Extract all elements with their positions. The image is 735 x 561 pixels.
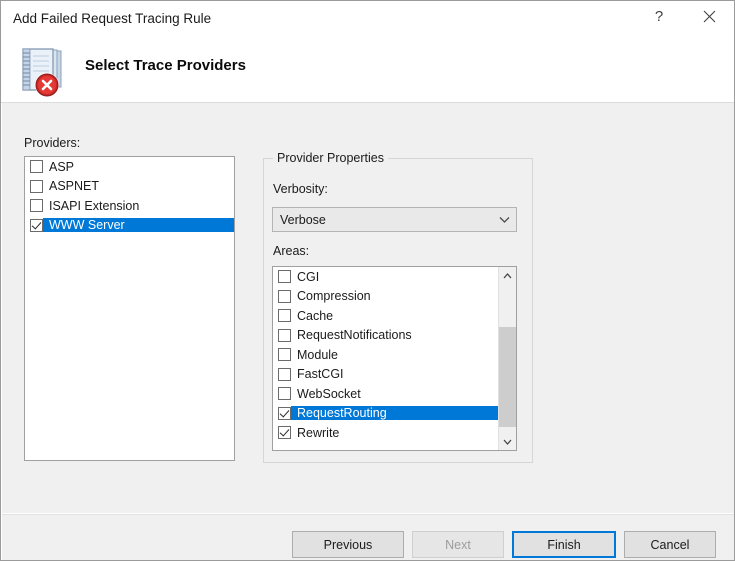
provider-item-label: ISAPI Extension: [49, 198, 140, 213]
btn-next: Next: [412, 531, 504, 558]
verbosity-label: Verbosity:: [273, 182, 328, 196]
areas-items-container: CGI Compression Cache RequestNotifications M…: [273, 267, 499, 450]
header-band: Select Trace Providers: [1, 37, 734, 103]
checkbox-unchecked-icon[interactable]: [278, 270, 291, 284]
notebook-with-error-badge-icon: [22, 48, 62, 97]
checkbox-unchecked-icon[interactable]: [30, 160, 43, 174]
area-item-row[interactable]: Compression: [273, 287, 499, 307]
provider-item-row[interactable]: ASP: [25, 157, 234, 177]
area-item-label: RequestRouting: [291, 406, 499, 421]
btn-previous-label: Previous: [323, 537, 373, 552]
areas-label: Areas:: [273, 244, 310, 258]
dialog-footer: Previous Next Finish Cancel: [2, 514, 734, 560]
verbosity-combobox[interactable]: Verbose: [272, 207, 517, 232]
area-item-label: CGI: [297, 269, 320, 284]
area-item-label: Module: [297, 347, 338, 362]
providers-listbox[interactable]: ASP ASPNET ISAPI Extension WWW Server: [24, 156, 235, 461]
area-item-row[interactable]: RequestRouting: [273, 404, 499, 424]
page-title: Select Trace Providers: [85, 57, 246, 74]
checkbox-checked-icon[interactable]: [278, 406, 291, 420]
provider-properties-legend: Provider Properties: [273, 151, 388, 165]
provider-item-label: ASP: [49, 159, 75, 174]
checkbox-unchecked-icon[interactable]: [30, 179, 43, 193]
checkbox-unchecked-icon[interactable]: [278, 367, 291, 381]
btn-cancel-label: Cancel: [650, 537, 690, 552]
area-item-label: Rewrite: [297, 425, 340, 440]
help-button[interactable]: ?: [636, 1, 682, 32]
scroll-down-arrow-icon[interactable]: [499, 433, 516, 450]
area-item-row[interactable]: Cache: [273, 306, 499, 326]
provider-item-row[interactable]: ISAPI Extension: [25, 196, 234, 216]
area-item-row[interactable]: Module: [273, 345, 499, 365]
area-item-label: Cache: [297, 308, 334, 323]
close-icon: [703, 10, 715, 23]
checkbox-unchecked-icon[interactable]: [278, 328, 291, 342]
title-bar: Add Failed Request Tracing Rule ?: [1, 1, 734, 37]
checkbox-unchecked-icon[interactable]: [278, 309, 291, 323]
provider-item-row[interactable]: WWW Server: [25, 216, 234, 236]
window-title: Add Failed Request Tracing Rule: [13, 11, 212, 26]
scrollbar-thumb[interactable]: [499, 327, 516, 427]
provider-item-label: ASPNET: [49, 179, 100, 194]
area-item-row[interactable]: WebSocket: [273, 384, 499, 404]
checkbox-unchecked-icon[interactable]: [278, 348, 291, 362]
verbosity-selected-value: Verbose: [280, 212, 326, 227]
area-item-row[interactable]: Rewrite: [273, 423, 499, 443]
btn-previous[interactable]: Previous: [292, 531, 404, 558]
btn-next-label: Next: [445, 537, 471, 552]
area-item-row[interactable]: RequestNotifications: [273, 326, 499, 346]
dialog-window: Add Failed Request Tracing Rule ? Select…: [0, 0, 735, 561]
checkbox-checked-icon[interactable]: [278, 426, 291, 440]
area-item-row[interactable]: FastCGI: [273, 365, 499, 385]
scroll-up-arrow-icon[interactable]: [499, 267, 516, 284]
close-button[interactable]: [686, 1, 732, 32]
checkbox-checked-icon[interactable]: [30, 218, 43, 232]
provider-item-label: WWW Server: [43, 218, 234, 233]
area-item-label: FastCGI: [297, 367, 344, 382]
dialog-body: Providers: ASP ASPNET ISAPI Extension WWW S…: [2, 103, 734, 513]
btn-cancel[interactable]: Cancel: [624, 531, 716, 558]
area-item-label: RequestNotifications: [297, 328, 412, 343]
checkbox-unchecked-icon[interactable]: [278, 387, 291, 401]
areas-listbox[interactable]: CGI Compression Cache RequestNotifications M…: [272, 266, 517, 451]
question-mark-icon: ?: [654, 8, 664, 25]
chevron-down-icon: [492, 216, 516, 224]
provider-item-row[interactable]: ASPNET: [25, 177, 234, 197]
area-item-label: WebSocket: [297, 386, 361, 401]
area-item-label: Compression: [297, 289, 371, 304]
checkbox-unchecked-icon[interactable]: [278, 289, 291, 303]
areas-scrollbar[interactable]: [498, 267, 516, 450]
checkbox-unchecked-icon[interactable]: [30, 199, 43, 213]
btn-finish[interactable]: Finish: [512, 531, 616, 558]
providers-label: Providers:: [24, 136, 81, 150]
area-item-row[interactable]: CGI: [273, 267, 499, 287]
btn-finish-label: Finish: [547, 537, 581, 552]
